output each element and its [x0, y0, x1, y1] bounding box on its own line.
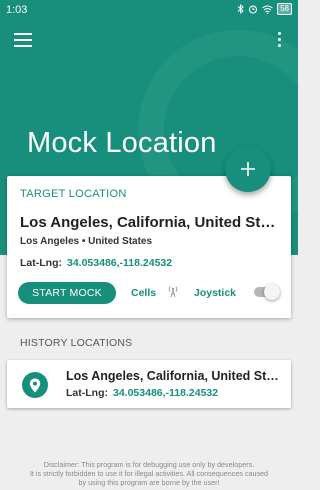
bluetooth-icon — [237, 4, 244, 14]
history-item-pin — [22, 372, 48, 398]
cells-button[interactable]: Cells — [131, 287, 156, 299]
add-location-button[interactable] — [225, 146, 271, 192]
battery-icon: 58 — [277, 3, 292, 15]
history-item-name: Los Angeles, California, United States — [66, 369, 282, 383]
history-item-latlng: Lat-Lng: 34.053486,-118.24532 — [66, 387, 218, 399]
disclaimer-text: Disclaimer: This program is for debuggin… — [4, 460, 294, 487]
target-section-label: TARGET LOCATION — [20, 188, 127, 200]
page-title: Mock Location — [27, 127, 217, 159]
status-time: 1:03 — [6, 4, 28, 16]
disclaimer-line-3: by using this program are borne by the u… — [78, 478, 220, 487]
history-section-label: HISTORY LOCATIONS — [20, 337, 133, 349]
plus-icon — [241, 162, 255, 176]
target-latlng: Lat-Lng: 34.053486,-118.24532 — [20, 257, 172, 269]
target-location-name: Los Angeles, California, United States — [20, 214, 282, 231]
menu-icon[interactable] — [14, 33, 32, 47]
disclaimer-line-2: It is strictly forbidden to use it for i… — [29, 469, 269, 478]
latlng-label: Lat-Lng: — [20, 257, 62, 269]
history-list-item[interactable]: Los Angeles, California, United States L… — [7, 360, 291, 408]
disclaimer-line-1: Disclaimer: This program is for debuggin… — [43, 460, 255, 469]
alarm-icon — [249, 5, 258, 14]
joystick-toggle[interactable] — [254, 284, 280, 300]
wifi-icon — [262, 5, 273, 14]
status-bar: 1:03 58 — [0, 0, 298, 20]
history-latlng-label: Lat-Lng: — [66, 387, 108, 399]
target-location-card: TARGET LOCATION Los Angeles, California,… — [7, 176, 291, 318]
toggle-knob — [264, 284, 280, 300]
latlng-value: 34.053486,-118.24532 — [67, 257, 173, 269]
location-pin-icon — [29, 378, 41, 392]
more-vert-icon[interactable] — [278, 32, 282, 48]
joystick-label: Joystick — [194, 287, 237, 299]
start-mock-button[interactable]: START MOCK — [18, 282, 116, 304]
history-latlng-value: 34.053486,-118.24532 — [113, 387, 219, 399]
status-icons: 58 — [237, 3, 292, 15]
cell-tower-icon[interactable] — [166, 284, 180, 298]
target-location-subtitle: Los Angeles • United States — [20, 236, 153, 247]
